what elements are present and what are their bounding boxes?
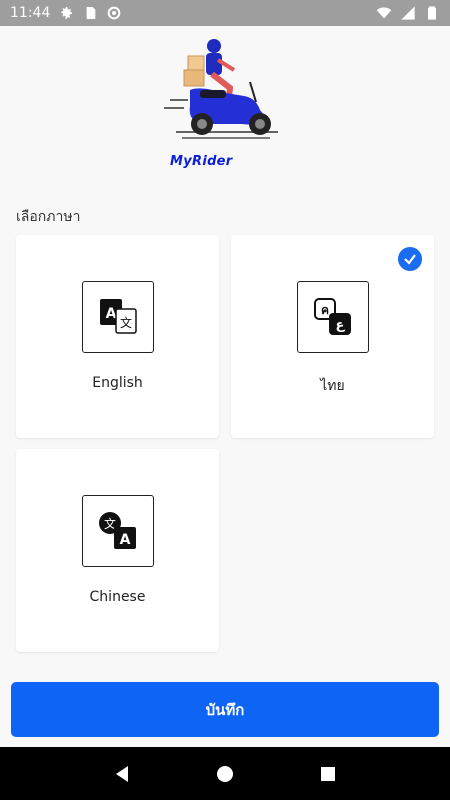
thai-language-icon: ค ع (297, 281, 369, 353)
svg-text:ع: ع (336, 318, 346, 333)
language-label-chinese: Chinese (89, 589, 146, 605)
wifi-icon (376, 5, 392, 21)
signal-icon (400, 5, 416, 21)
language-section-label: เลือกภาษา (16, 209, 81, 225)
settings-icon (58, 5, 74, 21)
selected-check-icon (398, 247, 422, 271)
status-bar: 11:44 (0, 0, 450, 26)
language-label-english: English (92, 375, 143, 391)
recents-icon[interactable] (316, 762, 340, 786)
battery-icon (424, 5, 440, 21)
svg-text:文: 文 (120, 315, 132, 330)
language-card-thai[interactable]: ค ع ไทย (231, 235, 434, 438)
status-time: 11:44 (10, 5, 51, 21)
save-button[interactable]: บันทึก (11, 682, 439, 737)
sd-card-icon (82, 5, 98, 21)
brand-name: MyRider (170, 154, 233, 169)
translate-icon: A 文 (82, 281, 154, 353)
svg-text:A: A (120, 532, 131, 548)
chinese-language-icon: 文 A (82, 495, 154, 567)
svg-text:A: A (106, 306, 117, 322)
language-card-english[interactable]: A 文 English (16, 235, 219, 438)
home-icon[interactable] (213, 762, 237, 786)
back-icon[interactable] (110, 762, 134, 786)
status-left: 11:44 (10, 5, 122, 21)
navigation-bar (0, 747, 450, 800)
language-label-thai: ไทย (320, 378, 345, 394)
status-right (376, 5, 440, 21)
language-card-chinese[interactable]: 文 A Chinese (16, 449, 219, 652)
svg-text:ค: ค (321, 303, 329, 317)
sync-icon (106, 5, 122, 21)
